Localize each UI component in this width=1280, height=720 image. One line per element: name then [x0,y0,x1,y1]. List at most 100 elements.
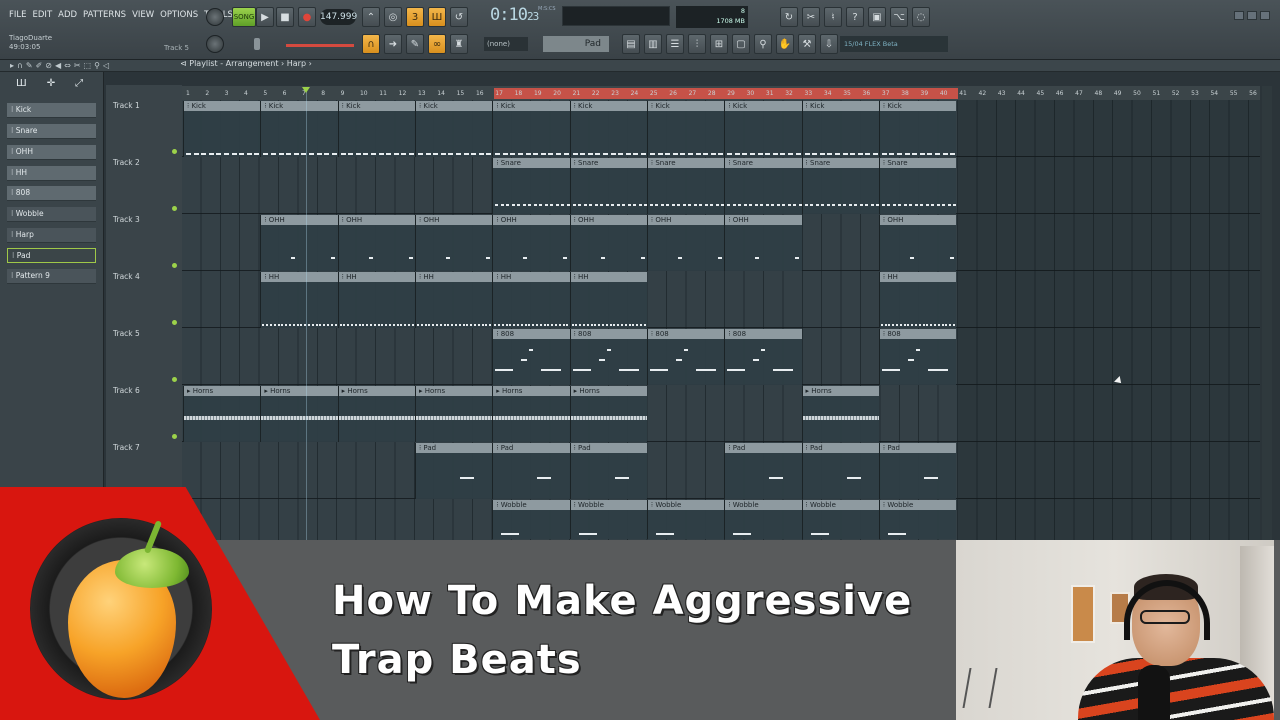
clip-horns[interactable]: ▸ Horns [260,386,338,442]
help-button[interactable]: ? [846,7,864,27]
magnet-icon[interactable]: ∩ [17,61,23,70]
link-button[interactable]: ∞ [428,34,446,54]
clip-horns[interactable]: ▸ Horns [569,386,647,442]
clip-snare[interactable]: ⁝ Snare [878,158,957,214]
metronome-button[interactable]: ⌃ [362,7,380,27]
plugin-button[interactable]: ⌥ [890,7,908,27]
pencil-tool-button[interactable]: ✎ [406,34,424,54]
picker-item-wobble[interactable]: ⁝ Wobble [7,207,96,222]
mute-tool-icon[interactable]: ◀ [55,61,61,70]
clip-wobble[interactable]: ⁝ Wobble [492,500,570,539]
clip-horns[interactable]: ▸ Horns [801,386,879,442]
clip-header[interactable]: ⁝ Kick [725,101,802,111]
clip-ohh[interactable]: ⁝ OHH [260,215,338,271]
clip-wobble[interactable]: ⁝ Wobble [801,500,879,539]
clip-header[interactable]: ⁝ Kick [184,101,261,111]
clip-bass[interactable]: ⁝ 808 [492,329,570,385]
cut-tool-button[interactable]: ✂ [802,7,820,27]
clip-hh[interactable]: ⁝ HH [260,272,338,328]
clip-header[interactable]: ⁝ OHH [725,215,802,225]
clip-header[interactable]: ⁝ Kick [802,101,879,111]
clip-header[interactable]: ⁝ OHH [338,215,415,225]
clip-pad[interactable]: ⁝ Pad [569,443,647,499]
track-label[interactable]: Track 3 [113,215,140,224]
delete-tool-icon[interactable]: ⊘ [45,61,52,70]
master-pitch-knob[interactable] [206,35,224,53]
clip-header[interactable]: ⁝ Kick [493,101,570,111]
clip-header[interactable]: ⁝ OHH [879,215,957,225]
clip-ohh[interactable]: ⁝ OHH [569,215,647,271]
picker-item-ohh[interactable]: ⁝ OHH [7,145,96,160]
clip-header[interactable]: ▸ Horns [261,386,338,396]
clip-header[interactable]: ⁝ 808 [725,329,802,339]
select-tool-icon[interactable]: ⬚ [84,61,92,70]
clip-horns[interactable]: ▸ Horns [492,386,570,442]
clip-header[interactable]: ⁝ Kick [261,101,338,111]
clip-header[interactable]: ⁝ Kick [647,101,725,111]
clip-hh[interactable]: ⁝ HH [569,272,647,328]
picker-item-snare[interactable]: ⁝ Snare [7,124,96,139]
mixer-button[interactable]: ⫶ [688,34,706,54]
wait-input-button[interactable]: ◎ [384,7,402,27]
clip-header[interactable]: ⁝ OHH [261,215,338,225]
tempo-display[interactable]: 147.999 [320,9,357,25]
clip-kick[interactable]: ⁝ Kick [801,101,879,157]
picker-patterns-icon[interactable]: Ш [16,78,27,98]
chat-button[interactable]: ◌ [912,7,930,27]
track-label[interactable]: Track 7 [113,443,140,452]
record-button[interactable]: ● [298,7,316,27]
step-edit-button[interactable]: Ш [428,7,446,27]
channel-selector[interactable]: Pad [543,36,609,52]
pitch-slider-handle[interactable] [254,38,260,50]
news-panel[interactable]: 15/04 FLEX Beta [840,36,948,52]
track-label[interactable]: Track 2 [113,158,140,167]
piano-roll-button[interactable]: ▥ [644,34,662,54]
menu-item-edit[interactable]: EDIT [32,10,54,20]
clip-pad[interactable]: ⁝ Pad [492,443,570,499]
clip-header[interactable]: ⁝ HH [338,272,415,282]
clip-ohh[interactable]: ⁝ OHH [646,215,725,271]
clip-wobble[interactable]: ⁝ Wobble [878,500,957,539]
track-label[interactable]: Track 5 [113,329,140,338]
arrow-tool-button[interactable]: ➜ [384,34,402,54]
clip-wobble[interactable]: ⁝ Wobble [724,500,802,539]
clip-header[interactable]: ⁝ Wobble [570,500,647,510]
clip-kick[interactable]: ⁝ Kick [260,101,338,157]
clip-snare[interactable]: ⁝ Snare [569,158,648,214]
clip-header[interactable]: ⁝ Pad [493,443,570,453]
picker-item-harp[interactable]: ⁝ Harp [7,228,96,243]
clip-header[interactable]: ⁝ HH [879,272,957,282]
menu-item-add[interactable]: ADD [57,10,78,20]
clip-kick[interactable]: ⁝ Kick [724,101,802,157]
clip-kick[interactable]: ⁝ Kick [569,101,647,157]
playlist-current-pattern[interactable]: Harp [287,59,306,68]
picker-add-icon[interactable]: ✛ [47,78,55,98]
close-button[interactable] [1260,11,1270,20]
clip-header[interactable]: ⁝ Wobble [647,500,725,510]
record-audio-button[interactable]: ♮ [824,7,842,27]
clip-header[interactable]: ⁝ Kick [338,101,415,111]
maximize-button[interactable] [1247,11,1257,20]
clip-header[interactable]: ▸ Horns [570,386,647,396]
stamp-button[interactable]: ♜ [450,34,468,54]
master-volume-slider[interactable] [286,44,354,47]
clip-header[interactable]: ⁝ Pad [415,443,493,453]
song-mode-toggle[interactable]: SONG [232,7,256,27]
clip-header[interactable]: ⁝ HH [493,272,570,282]
channel-rack-button[interactable]: ☰ [666,34,684,54]
loop-record-button[interactable]: ↺ [450,7,468,27]
clip-header[interactable]: ⁝ HH [261,272,338,282]
clip-header[interactable]: ⁝ HH [570,272,647,282]
playlist-button[interactable]: ▤ [622,34,640,54]
save-button[interactable]: ▣ [868,7,886,27]
playhead-marker[interactable] [302,87,310,93]
clip-pad[interactable]: ⁝ Pad [878,443,957,499]
clip-header[interactable]: ⁝ Snare [570,158,647,168]
browser-button[interactable]: ⊞ [710,34,728,54]
download-button[interactable]: ⇩ [820,34,838,54]
clip-hh[interactable]: ⁝ HH [337,272,415,328]
clip-header[interactable]: ⁝ HH [415,272,493,282]
track-label[interactable]: Track 1 [113,101,140,110]
clip-header[interactable]: ⁝ Kick [570,101,647,111]
clip-header[interactable]: ⁝ Snare [879,158,957,168]
